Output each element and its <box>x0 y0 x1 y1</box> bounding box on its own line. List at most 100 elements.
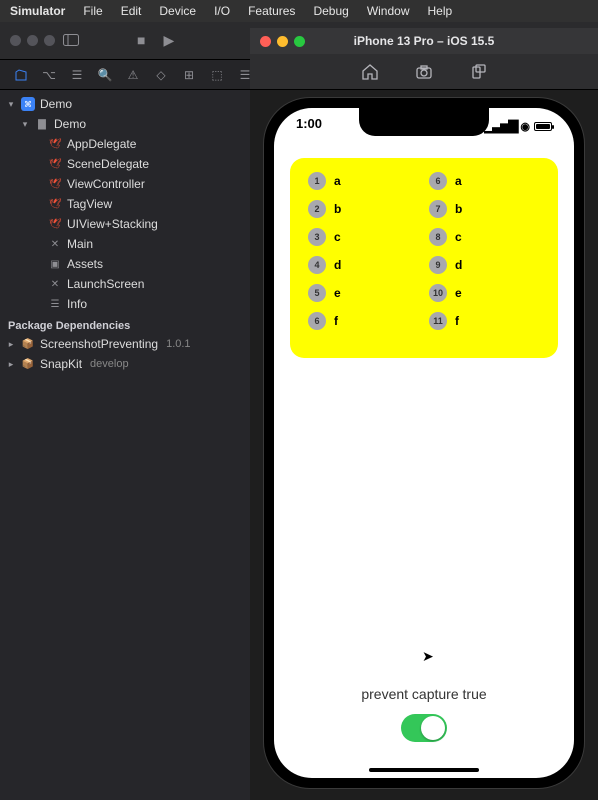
tag-number-badge: 6 <box>308 312 326 330</box>
package-icon: 📦 <box>21 337 35 351</box>
file-row[interactable]: ✕Main <box>0 234 250 254</box>
tag-text: b <box>455 202 462 216</box>
file-row[interactable]: ☰Info <box>0 294 250 314</box>
menubar-item-debug[interactable]: Debug <box>313 4 348 18</box>
menubar-item-help[interactable]: Help <box>428 4 453 18</box>
zoom-icon[interactable] <box>294 36 305 47</box>
test-navigator-icon[interactable]: ◇ <box>154 68 168 82</box>
file-name: TagView <box>67 197 112 211</box>
stop-button[interactable]: ■ <box>137 32 145 49</box>
simulator-stage: 1:00 ▁▃▅▇ ◉ 1a2b3c4d5e6f 6a7b8c9d10e11f … <box>250 90 598 798</box>
file-row[interactable]: 🕊AppDelegate <box>0 134 250 154</box>
switch-knob <box>421 716 445 740</box>
file-row[interactable]: 🕊TagView <box>0 194 250 214</box>
breakpoint-navigator-icon[interactable]: ⬚ <box>210 68 224 82</box>
tag-text: f <box>334 314 338 328</box>
status-time: 1:00 <box>296 116 322 136</box>
menubar-item-edit[interactable]: Edit <box>121 4 142 18</box>
tag-item[interactable]: 10e <box>429 284 540 302</box>
close-icon[interactable] <box>260 36 271 47</box>
tag-text: e <box>455 286 462 300</box>
group-row[interactable]: ▾ ▇ Demo <box>0 114 250 134</box>
file-name: SceneDelegate <box>67 157 149 171</box>
rotate-button-icon[interactable] <box>468 62 488 82</box>
menubar-item-features[interactable]: Features <box>248 4 295 18</box>
wifi-icon: ◉ <box>520 120 530 133</box>
tag-item[interactable]: 6f <box>308 312 419 330</box>
file-row[interactable]: ✕ LaunchScreen <box>0 274 250 294</box>
tag-item[interactable]: 11 f <box>429 312 540 330</box>
source-control-navigator-icon[interactable]: ⌥ <box>42 68 56 82</box>
file-row[interactable]: 🕊 ViewController <box>0 174 250 194</box>
assets-icon: ▣ <box>48 257 62 271</box>
minimize-icon[interactable] <box>277 36 288 47</box>
menubar-item-io[interactable]: I/O <box>214 4 230 18</box>
tag-number-badge: 6 <box>429 172 447 190</box>
menubar-item-file[interactable]: File <box>83 4 102 18</box>
chevron-right-icon: ▸ <box>6 339 16 350</box>
tag-item[interactable]: 1a <box>308 172 419 190</box>
chevron-down-icon: ▾ <box>6 99 16 110</box>
package-version: develop <box>90 358 129 370</box>
package-name: SnapKit <box>40 357 82 371</box>
tag-number-badge: 2 <box>308 200 326 218</box>
package-icon: 📦 <box>21 357 35 371</box>
tag-item[interactable]: 2b <box>308 200 419 218</box>
cellular-icon: ▁▃▅▇ <box>484 118 516 134</box>
simulator-traffic-lights[interactable] <box>260 36 305 47</box>
package-row[interactable]: ▸📦ScreenshotPreventing1.0.1 <box>0 334 250 354</box>
tag-item[interactable]: 8c <box>429 228 540 246</box>
file-name: AppDelegate <box>67 137 136 151</box>
battery-icon <box>534 122 552 131</box>
debug-navigator-icon[interactable]: ⊞ <box>182 68 196 82</box>
prevent-capture-switch[interactable] <box>401 714 447 742</box>
project-navigator-icon[interactable] <box>14 68 28 82</box>
tag-container: 1a2b3c4d5e6f 6a7b8c9d10e11f <box>290 158 558 358</box>
tag-item[interactable]: 4d <box>308 256 419 274</box>
tag-text: f <box>455 314 459 328</box>
status-right: ▁▃▅▇ ◉ <box>484 116 552 136</box>
package-name: ScreenshotPreventing <box>40 337 158 351</box>
swift-file-icon: 🕊 <box>48 217 62 231</box>
file-name: LaunchScreen <box>67 277 144 291</box>
tag-item[interactable]: 6a <box>429 172 540 190</box>
tag-item[interactable]: 7b <box>429 200 540 218</box>
file-name: ViewController <box>67 177 145 191</box>
tag-number-badge: 11 <box>429 312 447 330</box>
tag-item[interactable]: 3c <box>308 228 419 246</box>
tag-item[interactable]: 9d <box>429 256 540 274</box>
simulator-window: iPhone 13 Pro – iOS 15.5 1:00 ▁▃▅▇ ◉ <box>250 28 598 798</box>
file-row[interactable]: ▣Assets <box>0 254 250 274</box>
storyboard-icon: ✕ <box>48 237 62 251</box>
menubar-app-name[interactable]: Simulator <box>10 4 65 18</box>
project-root[interactable]: ▾ ⌘ Demo <box>0 94 250 114</box>
issue-navigator-icon[interactable]: ⚠ <box>126 68 140 82</box>
storyboard-icon: ✕ <box>48 277 62 291</box>
package-row[interactable]: ▸📦SnapKitdevelop <box>0 354 250 374</box>
plist-icon: ☰ <box>48 297 62 311</box>
find-navigator-icon[interactable]: 🔍 <box>98 68 112 82</box>
home-indicator[interactable] <box>369 768 479 772</box>
tag-number-badge: 4 <box>308 256 326 274</box>
folder-icon: ▇ <box>35 117 49 131</box>
swift-file-icon: 🕊 <box>48 177 62 191</box>
iphone-screen[interactable]: 1:00 ▁▃▅▇ ◉ 1a2b3c4d5e6f 6a7b8c9d10e11f … <box>274 108 574 778</box>
symbol-navigator-icon[interactable]: ☰ <box>70 68 84 82</box>
xcode-traffic-lights[interactable] <box>10 35 55 46</box>
tag-number-badge: 7 <box>429 200 447 218</box>
menubar-item-device[interactable]: Device <box>159 4 196 18</box>
tag-item[interactable]: 5e <box>308 284 419 302</box>
prevent-capture-label: prevent capture true <box>274 686 574 702</box>
file-row[interactable]: 🕊SceneDelegate <box>0 154 250 174</box>
file-row[interactable]: 🕊UIView+Stacking <box>0 214 250 234</box>
menubar-item-window[interactable]: Window <box>367 4 410 18</box>
tag-text: a <box>455 174 462 188</box>
run-button[interactable]: ▶ <box>163 32 174 49</box>
project-navigator: ▾ ⌘ Demo ▾ ▇ Demo 🕊AppDelegate🕊SceneDele… <box>0 90 250 800</box>
screenshot-button-icon[interactable] <box>414 62 434 82</box>
home-button-icon[interactable] <box>360 62 380 82</box>
simulator-titlebar: iPhone 13 Pro – iOS 15.5 <box>250 28 598 54</box>
sidebar-toggle-icon[interactable] <box>63 33 79 49</box>
chevron-down-icon: ▾ <box>20 119 30 130</box>
package-deps-header: Package Dependencies <box>0 314 250 334</box>
